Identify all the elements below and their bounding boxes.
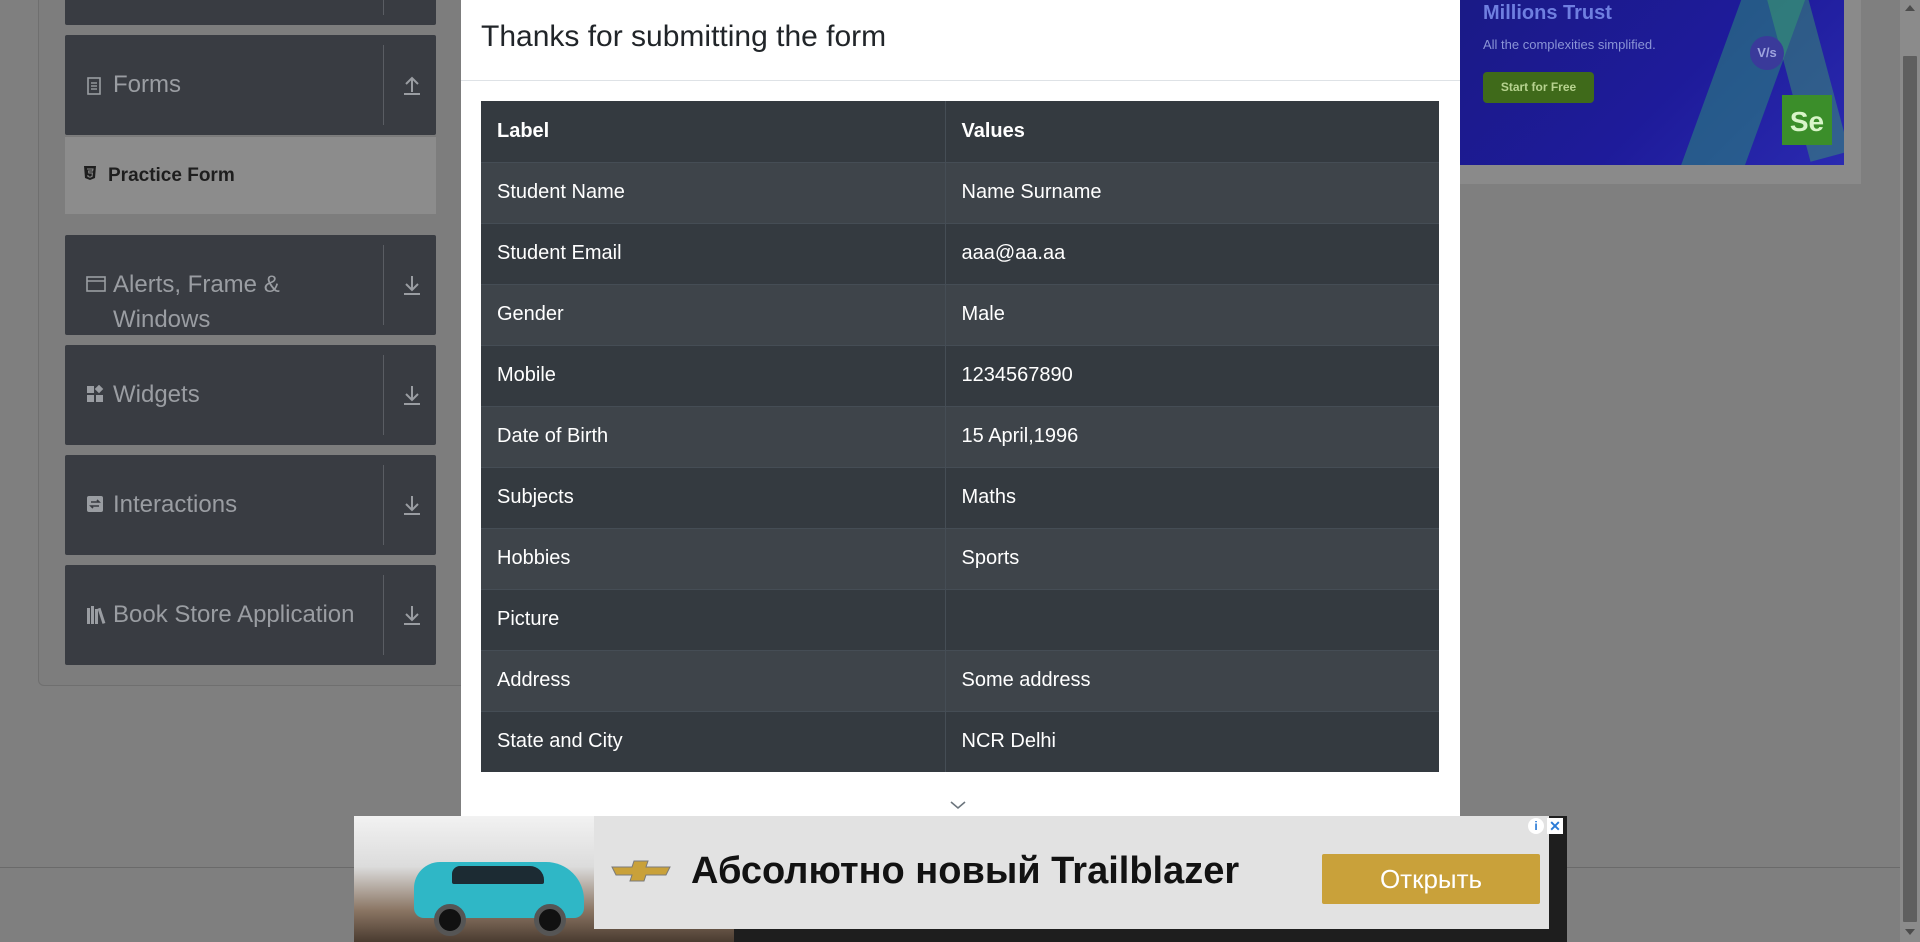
sidebar-group-title: Widgets [113,381,200,408]
document-icon [86,77,106,97]
row-label: Picture [481,588,946,650]
modal-header: Thanks for submitting the form [461,0,1460,81]
sidebar-group-title: Alerts, Frame & [113,271,280,298]
scroll-up-arrow-icon[interactable] [1905,5,1915,11]
row-label: Student Name [481,161,946,223]
group-separator [383,465,384,545]
group-separator [383,45,384,125]
row-value: Male [945,283,1439,345]
table-header-row: Label Values [481,101,1439,162]
expand-arrow-icon[interactable] [400,603,424,627]
table-row: Hobbies Sports [481,527,1439,589]
scroll-thumb[interactable] [1903,56,1917,922]
sidebar-group-widgets[interactable]: Widgets [65,345,436,445]
ad-vs-badge: V/s [1750,36,1784,70]
widgets-icon [86,384,106,405]
ad-start-button[interactable]: Start for Free [1483,72,1594,103]
chevron-down-icon[interactable] [949,798,967,810]
row-label: State and City [481,710,946,772]
row-label: Subjects [481,466,946,528]
sidebar-item-practice-form[interactable]: Practice Form [65,136,436,214]
group-separator [383,0,384,15]
row-value: 1234567890 [945,344,1439,406]
column-header-label: Label [481,101,946,162]
car-wheel [434,904,466,936]
car-window [452,866,544,884]
table-row: Mobile 1234567890 [481,344,1439,406]
expand-arrow-icon[interactable] [400,383,424,407]
ad-info-icon[interactable]: i [1528,818,1544,834]
row-value: Some address [945,649,1439,711]
modal-title: Thanks for submitting the form [481,20,887,53]
table-row: Address Some address [481,649,1439,711]
ad-title: Millions Trust [1483,2,1612,24]
window-icon [86,275,106,295]
row-label: Student Email [481,222,946,284]
row-value [945,588,1439,650]
row-label: Date of Birth [481,405,946,467]
selenium-logo: Se [1782,95,1832,145]
sidebar-group-title: Interactions [113,491,238,518]
sidebar-group-previous[interactable] [65,0,436,25]
ad-banner[interactable]: Абсолютно новый Trailblazer Открыть [594,816,1549,929]
html5-icon [83,165,99,183]
row-value: NCR Delhi [945,710,1439,772]
table-row: State and City NCR Delhi [481,710,1439,772]
books-icon [86,605,106,625]
ad-headline: Абсолютно новый Trailblazer [691,850,1240,892]
row-value: Sports [945,527,1439,589]
column-header-values: Values [945,101,1439,162]
bottom-ad[interactable]: Абсолютно новый Trailblazer Открыть i ✕ [354,816,1567,942]
sidebar-group-title-line2: Windows [113,306,211,333]
sidebar-group-title: Book Store Application [113,601,355,628]
ad-subtitle: All the complexities simplified. [1483,37,1656,52]
row-value: Name Surname [945,161,1439,223]
scroll-down-arrow-icon[interactable] [1905,929,1915,935]
sidebar-group-forms[interactable]: Forms [65,35,436,135]
sidebar-group-title: Forms [113,71,181,98]
row-label: Hobbies [481,527,946,589]
table-row: Subjects Maths [481,466,1439,528]
sidebar-group-alerts[interactable]: Alerts, Frame & Windows [65,235,436,335]
ad-open-button[interactable]: Открыть [1322,854,1540,904]
collapse-arrow-icon[interactable] [400,73,424,97]
row-value: 15 April,1996 [945,405,1439,467]
row-value: aaa@aa.aa [945,222,1439,284]
interactions-icon [86,495,106,515]
sidebar-item-label: Practice Form [108,165,235,186]
row-value: Maths [945,466,1439,528]
table-row: Student Email aaa@aa.aa [481,222,1439,284]
group-separator [383,355,384,435]
row-label: Mobile [481,344,946,406]
table-row: Date of Birth 15 April,1996 [481,405,1439,467]
top-ad[interactable]: Millions Trust All the complexities simp… [1459,0,1844,165]
car-wheel [534,904,566,936]
expand-arrow-icon[interactable] [400,273,424,297]
table-row: Picture [481,588,1439,650]
sidebar-group-book-store[interactable]: Book Store Application [65,565,436,665]
group-separator [383,245,384,325]
sidebar-group-interactions[interactable]: Interactions [65,455,436,555]
table-row: Gender Male [481,283,1439,345]
page-scrollbar[interactable] [1900,0,1920,942]
table-row: Student Name Name Surname [481,161,1439,223]
ad-close-icon[interactable]: ✕ [1547,818,1563,834]
row-label: Address [481,649,946,711]
row-label: Gender [481,283,946,345]
group-separator [383,575,384,655]
expand-arrow-icon[interactable] [400,493,424,517]
results-table: Label Values Student Name Name Surname S… [481,101,1439,772]
chevrolet-logo-icon [610,860,672,882]
